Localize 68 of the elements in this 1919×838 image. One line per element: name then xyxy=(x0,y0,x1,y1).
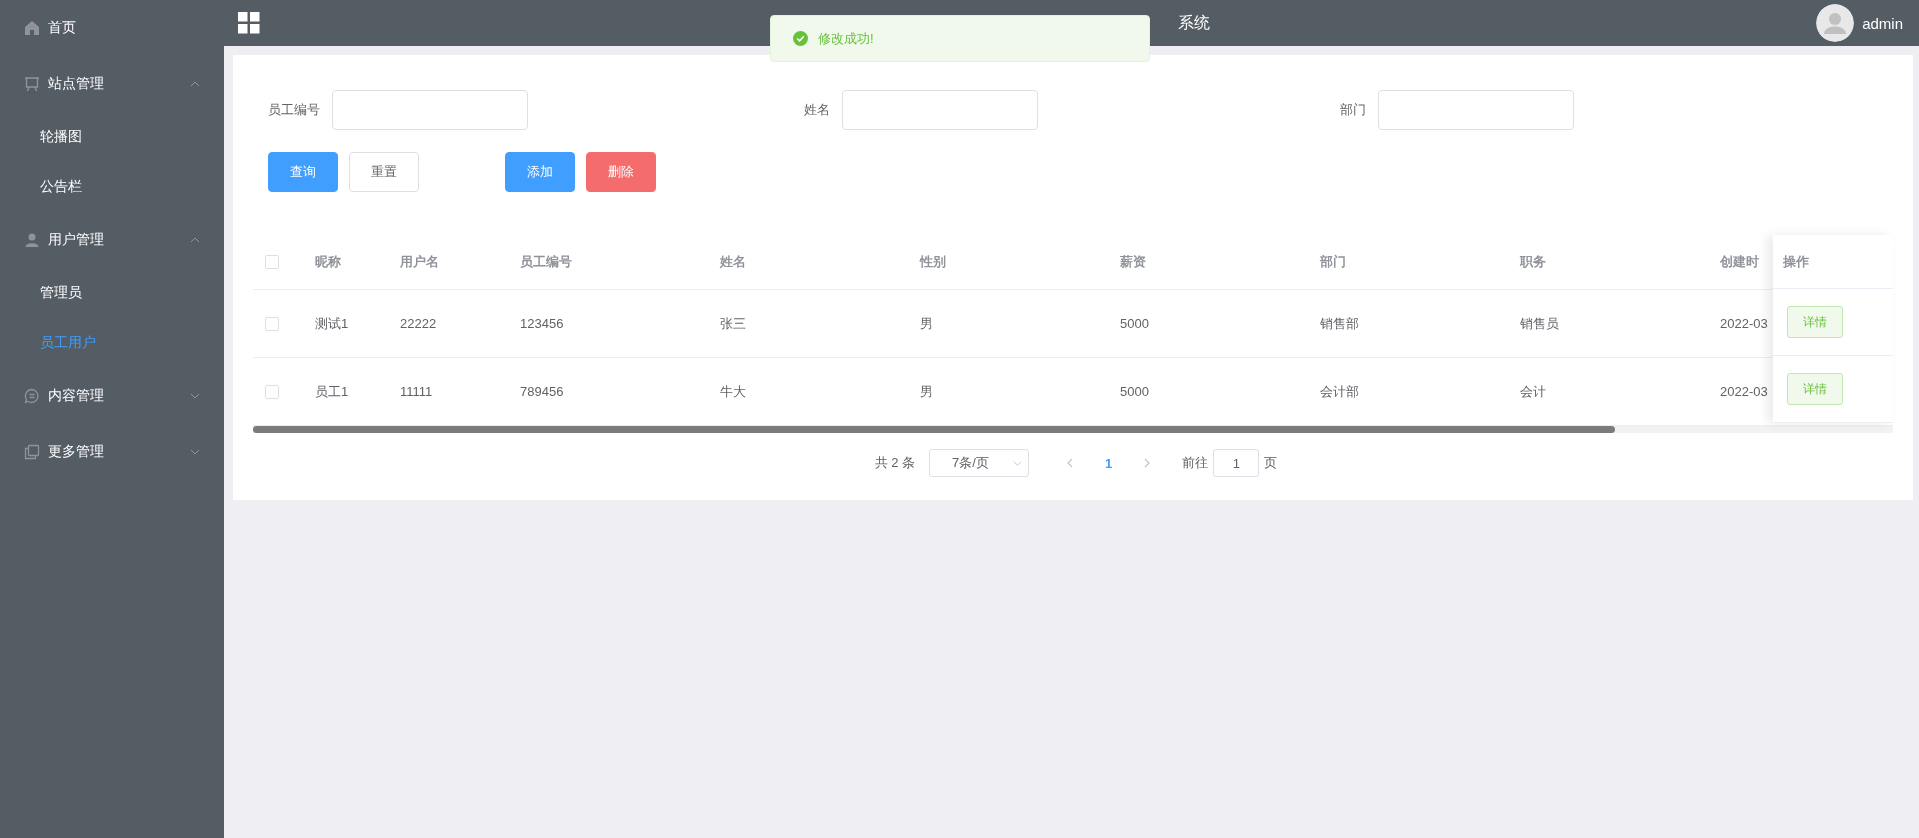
table-cell-text: 张三 xyxy=(719,314,747,333)
table-cell-text: 789456 xyxy=(519,384,565,399)
column-header: 昵称 xyxy=(314,253,342,271)
avatar-icon[interactable] xyxy=(1816,4,1855,42)
table-cell-text: 测试1 xyxy=(314,314,350,333)
caret-icon xyxy=(1013,458,1023,468)
sidebar-item[interactable]: 更多管理 xyxy=(0,424,224,480)
page-input[interactable]: 1 xyxy=(1213,449,1260,477)
field-label: 姓名 xyxy=(804,101,830,119)
username[interactable]: admin xyxy=(1862,14,1903,32)
copy-icon xyxy=(24,444,40,460)
table-cell-text: 男 xyxy=(919,382,934,401)
home-icon xyxy=(24,20,40,36)
column-header: 部门 xyxy=(1319,253,1347,271)
sidebar-subitem[interactable]: 管理员 xyxy=(0,268,224,318)
sidebar-item[interactable]: 首页 xyxy=(0,0,224,56)
sidebar-item[interactable]: 内容管理 xyxy=(0,368,224,424)
column-header: 性别 xyxy=(918,253,947,271)
table-cell-text: 会计 xyxy=(1519,382,1547,401)
table-cell-text: 2022-03 xyxy=(1719,316,1769,331)
chevron-icon xyxy=(190,447,200,457)
input-field[interactable] xyxy=(842,90,1038,130)
sidebar-item[interactable]: 用户管理 xyxy=(0,212,224,268)
goto-label: 前往 xyxy=(1182,454,1209,472)
table-cell-text: 销售员 xyxy=(1519,314,1560,333)
check-circle-icon xyxy=(793,31,808,46)
checkbox[interactable] xyxy=(265,255,279,269)
column-header: 创建时 xyxy=(1719,253,1760,271)
page-suffix: 页 xyxy=(1264,454,1278,472)
table-cell-text: 销售部 xyxy=(1319,314,1360,333)
user-icon xyxy=(24,232,40,248)
input-field[interactable] xyxy=(1378,90,1574,130)
field-label: 部门 xyxy=(1340,101,1366,119)
table-cell-text: 123456 xyxy=(519,316,565,331)
column-header: 操作 xyxy=(1783,252,1809,271)
table-cell-text: 男 xyxy=(919,314,934,333)
sidebar-subitem[interactable]: 公告栏 xyxy=(0,162,224,212)
field-label: 员工编号 xyxy=(268,101,320,119)
page-size-select[interactable]: 7条/页 xyxy=(929,449,1030,477)
easel-icon xyxy=(24,76,40,92)
total-count: 共 2 条 xyxy=(874,454,916,472)
checkbox[interactable] xyxy=(265,316,279,331)
column-header: 薪资 xyxy=(1119,253,1147,271)
sidebar-subitem[interactable]: 轮播图 xyxy=(0,112,224,162)
column-header: 用户名 xyxy=(399,253,440,271)
reset-button[interactable]: 重置 xyxy=(349,152,419,192)
sidebar-item[interactable]: 站点管理 xyxy=(0,56,224,112)
grid-icon[interactable] xyxy=(238,12,260,34)
table-cell-text: 5000 xyxy=(1119,316,1150,331)
table-cell-text: 22222 xyxy=(399,316,438,331)
toast-message: 修改成功! xyxy=(818,29,874,48)
scrollbar-thumb[interactable] xyxy=(253,426,1615,433)
table-cell-text: 2022-03 xyxy=(1719,384,1769,399)
column-header: 职务 xyxy=(1519,253,1547,271)
app-title: 系统 xyxy=(1178,12,1210,33)
table-cell-text: 11111 xyxy=(399,384,434,399)
checkbox[interactable] xyxy=(265,384,279,399)
column-header: 员工编号 xyxy=(519,253,573,271)
chat-icon xyxy=(24,388,40,404)
chevron-icon xyxy=(190,79,200,89)
table-cell-text: 5000 xyxy=(1119,384,1150,399)
column-header: 姓名 xyxy=(719,253,747,271)
chevron-icon xyxy=(190,391,200,401)
table-cell-text: 会计部 xyxy=(1319,382,1360,401)
table-cell-text: 员工1 xyxy=(314,382,350,401)
table-cell-text: 牛大 xyxy=(719,382,747,401)
chevron-icon xyxy=(190,235,200,245)
input-field[interactable] xyxy=(332,90,528,130)
